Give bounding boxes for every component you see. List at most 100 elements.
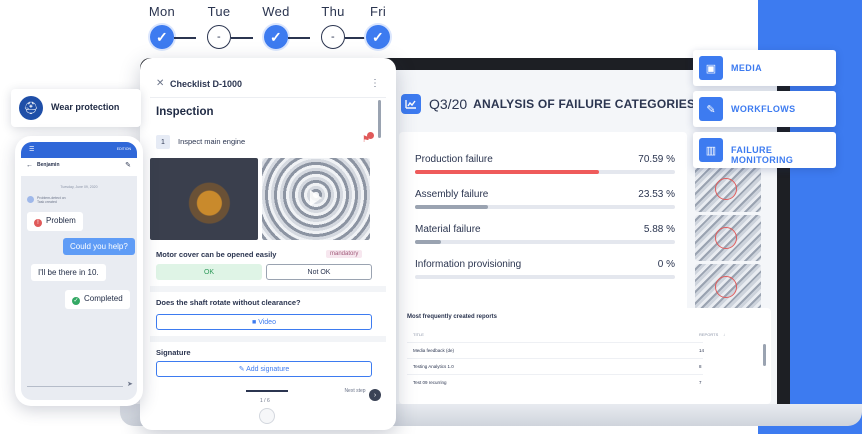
tablet-device: ✕ Checklist D-1000 ⋮ Inspection 1 Inspec… <box>140 58 396 430</box>
message-input[interactable] <box>27 386 123 387</box>
flag-icon[interactable]: ⚑ <box>362 132 374 148</box>
play-icon[interactable] <box>310 190 322 206</box>
add-signature-button[interactable]: ✎ Add signature <box>156 361 372 377</box>
send-icon[interactable]: ➤ <box>127 380 133 388</box>
media-button[interactable]: ▣ MEDIA <box>693 50 836 86</box>
chart-icon <box>401 94 421 114</box>
bar-row: Material failure 5.88 % <box>415 224 675 252</box>
day-label: Mon <box>148 4 176 19</box>
table-row[interactable]: Testing Analytics 1.0 8 <box>407 358 703 374</box>
system-message: Problem-detect on Task created <box>37 196 66 204</box>
mandatory-badge: mandatory <box>326 250 363 258</box>
day-wed[interactable]: Wed ✓ <box>254 4 298 49</box>
check-icon: ✓ <box>366 25 390 49</box>
engine-photo[interactable] <box>150 158 258 240</box>
next-step-button[interactable]: › <box>369 389 381 401</box>
question-motor-cover: Motor cover can be opened easily <box>156 250 277 259</box>
dashboard-header: Q3/20 ANALYSIS OF FAILURE CATEGORIES <box>395 88 695 120</box>
report-count: 8 <box>699 364 702 369</box>
problem-message[interactable]: ! Problem <box>27 212 83 231</box>
day-label: Tue <box>207 4 231 19</box>
contact-name: Benjamin <box>37 162 60 168</box>
edit-icon[interactable]: ✎ <box>125 161 131 169</box>
connector-line <box>174 37 196 39</box>
bar-label: Information provisioning <box>415 259 522 270</box>
report-title: Testing Analytics 1.0 <box>413 364 454 369</box>
table-scrollbar[interactable] <box>763 344 766 366</box>
table-row[interactable]: Media feedback (de) 14 <box>407 342 705 358</box>
week-tracker: Mon ✓ Tue - Wed ✓ Thu - Fri ✓ <box>140 4 400 52</box>
workflows-button[interactable]: ✎ WORKFLOWS <box>693 91 836 127</box>
completed-message[interactable]: ✓ Completed <box>65 290 130 309</box>
connector-line <box>231 37 253 39</box>
media-icon: ▣ <box>699 56 723 80</box>
answer-message[interactable]: I'll be there in 10. <box>31 264 106 281</box>
checklist-screen: ✕ Checklist D-1000 ⋮ Inspection 1 Inspec… <box>150 72 386 382</box>
signature-heading: Signature <box>156 348 191 357</box>
connector-line <box>345 37 367 39</box>
tablet-home-button[interactable] <box>259 408 275 424</box>
divider <box>150 336 386 342</box>
check-icon: ✓ <box>150 25 174 49</box>
checklist-title: Checklist D-1000 <box>170 79 243 89</box>
bar-row: Assembly failure 23.53 % <box>415 189 675 217</box>
menu-icon[interactable]: ☰ <box>29 146 34 153</box>
column-header-title[interactable]: TITLE <box>413 332 424 337</box>
reports-table: Most frequently created reports TITLE RE… <box>399 308 771 404</box>
checklist-header: ✕ Checklist D-1000 ⋮ <box>150 72 386 98</box>
bar-fill <box>415 170 599 174</box>
bar-value: 23.53 % <box>638 189 675 200</box>
step-label: Inspect main engine <box>178 137 246 146</box>
close-icon[interactable]: ✕ <box>156 78 164 89</box>
day-mon[interactable]: Mon ✓ <box>140 4 184 49</box>
feature-label: MEDIA <box>731 63 762 73</box>
dash-icon: - <box>207 25 231 49</box>
day-label: Wed <box>262 4 290 19</box>
gear-thumbnail[interactable] <box>695 166 761 212</box>
sort-arrow-icon[interactable]: ↓ <box>723 332 725 337</box>
feature-label: WORKFLOWS <box>731 104 796 114</box>
report-count: 14 <box>699 348 705 353</box>
wear-protection-card[interactable]: ⛑ Wear protection <box>11 89 141 127</box>
bar-row: Information provisioning 0 % <box>415 259 675 287</box>
question-shaft: Does the shaft rotate without clearance? <box>156 298 301 307</box>
wear-protection-label: Wear protection <box>51 102 120 112</box>
check-icon: ✓ <box>264 25 288 49</box>
dashboard-quarter: Q3/20 <box>429 96 468 112</box>
page-progress <box>246 390 288 392</box>
checklist-step[interactable]: 1 Inspect main engine ⚑ <box>156 132 378 154</box>
alert-icon: ! <box>34 219 42 227</box>
problem-text: Problem <box>46 216 76 225</box>
page-indicator: 1 / 6 <box>260 398 270 404</box>
question-message[interactable]: Could you help? <box>63 238 135 255</box>
day-fri[interactable]: Fri ✓ <box>356 4 400 49</box>
table-row[interactable]: Test 09 recurring 7 <box>407 374 703 390</box>
more-options-icon[interactable]: ⋮ <box>370 78 380 89</box>
gear-thumbnail[interactable] <box>695 264 761 310</box>
video-button[interactable]: ■ Video <box>156 314 372 330</box>
day-label: Thu <box>321 4 345 19</box>
day-tue[interactable]: Tue - <box>197 4 241 49</box>
chat-date: Tuesday, June 09, 2020 <box>60 185 98 189</box>
failure-monitoring-button[interactable]: ▥ FAILURE MONITORING <box>693 132 836 168</box>
reports-title: Most frequently created reports <box>407 314 498 320</box>
system-line: Task created <box>37 200 57 204</box>
gear-thumbnail[interactable] <box>695 215 761 261</box>
day-thu[interactable]: Thu - <box>311 4 355 49</box>
report-title: Media feedback (de) <box>413 348 455 353</box>
bar-track <box>415 205 675 209</box>
next-step-label: Next step <box>344 388 366 394</box>
report-count: 7 <box>699 380 702 385</box>
ok-button[interactable]: OK <box>156 264 262 280</box>
checklist-scrollbar[interactable] <box>378 100 381 138</box>
column-header-reports[interactable]: REPORTS <box>699 332 718 337</box>
not-ok-button[interactable]: Not OK <box>266 264 372 280</box>
step-number: 1 <box>156 135 170 149</box>
bar-track <box>415 170 675 174</box>
bar-track <box>415 275 675 279</box>
completed-text: Completed <box>84 294 123 303</box>
bar-value: 5.88 % <box>643 224 675 235</box>
helmet-icon: ⛑ <box>19 96 43 120</box>
back-arrow-icon[interactable]: ← <box>26 162 33 169</box>
bar-row: Production failure 70.59 % <box>415 154 675 182</box>
